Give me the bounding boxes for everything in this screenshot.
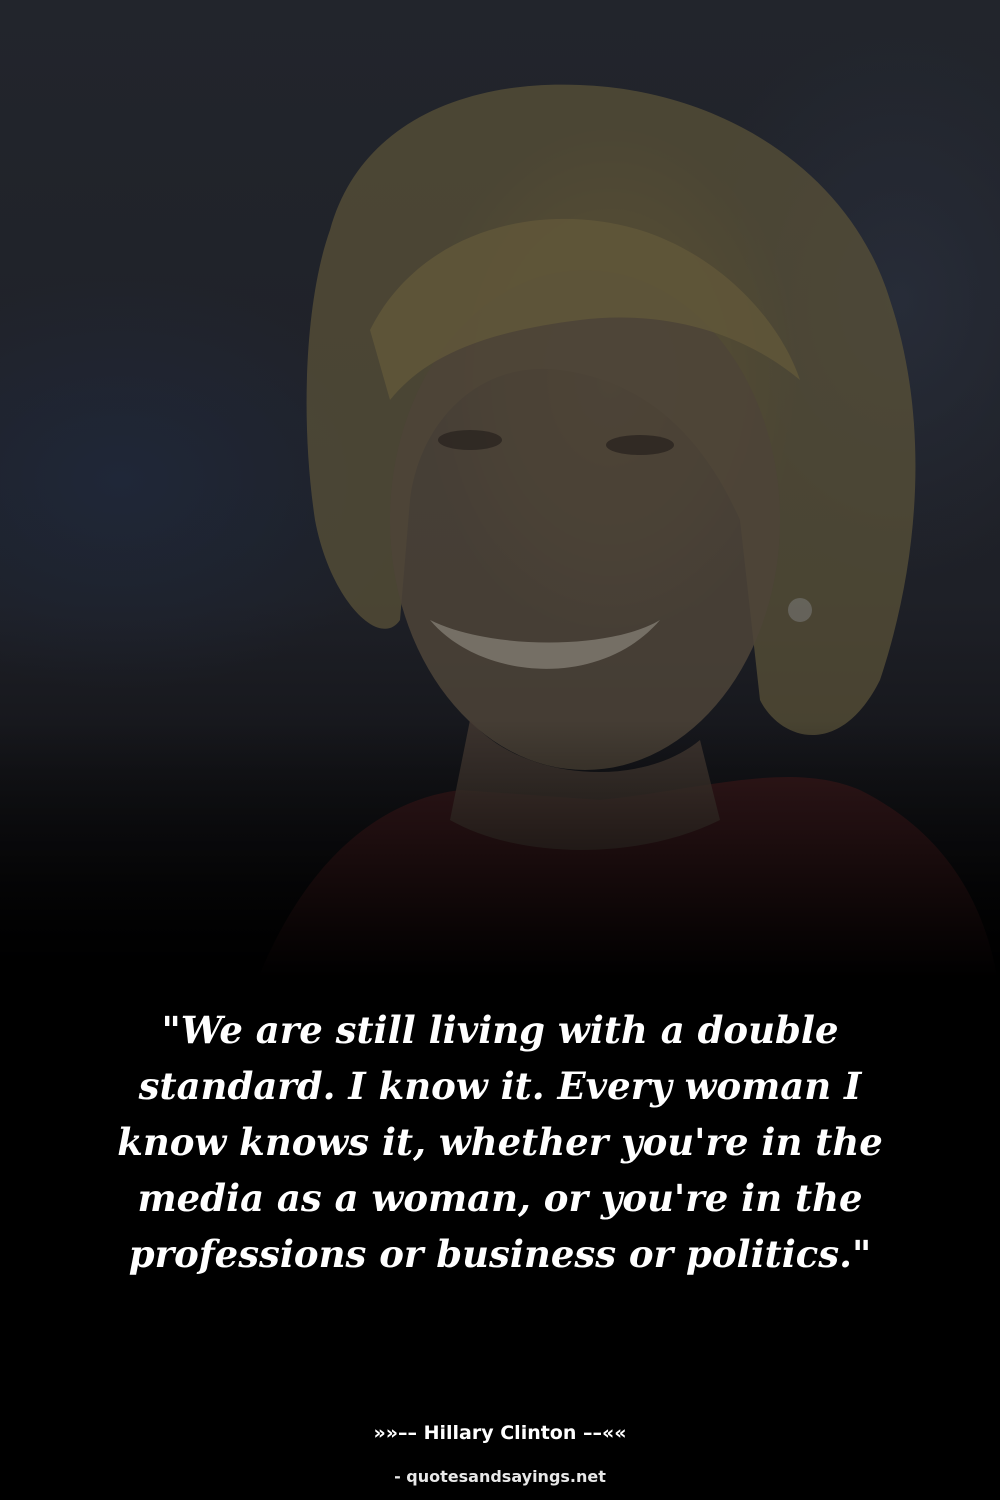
quote-card: "We are still living with a double stand…: [0, 0, 1000, 1500]
quote-text: "We are still living with a double stand…: [117, 1008, 883, 1276]
author-attribution: »»–– Hillary Clinton ––««: [373, 1422, 627, 1444]
background-portrait-photo: [0, 0, 1000, 1000]
photo-fade-overlay: [0, 720, 1000, 1000]
source-watermark: - quotesandsayings.net: [394, 1467, 606, 1486]
